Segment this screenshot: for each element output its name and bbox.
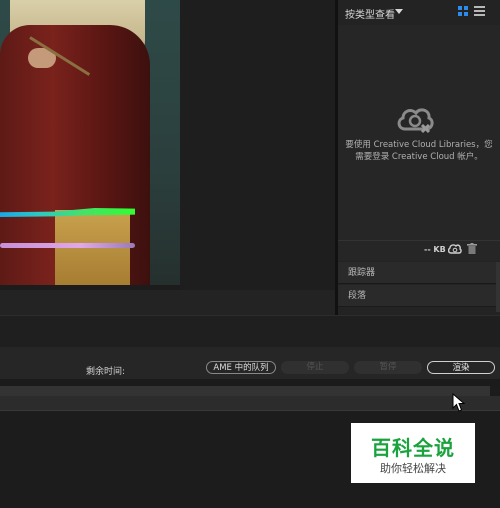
queue-in-ame-button[interactable]: AME 中的队列 [206, 361, 276, 374]
view-by-type-dropdown[interactable]: 按类型查看 [345, 6, 395, 21]
library-size-label: -- KB [424, 245, 446, 254]
mouse-cursor-icon [452, 393, 466, 412]
render-panel-header [0, 315, 500, 348]
watermark-subtitle: 助你轻松解决 [380, 462, 446, 475]
video-preview [0, 0, 180, 285]
creative-cloud-offline-icon [397, 108, 434, 134]
time-remaining-label: 剩余时间: [86, 367, 126, 377]
watermark-title: 百科全说 [371, 436, 455, 460]
libraries-login-message: 要使用 Creative Cloud Libraries，您 需要登录 Crea… [340, 139, 498, 163]
right-panel-scrollbar[interactable] [496, 262, 500, 312]
render-list-row [0, 396, 500, 411]
trash-icon[interactable] [467, 243, 477, 254]
libraries-message-line2: 需要登录 Creative Cloud 帐户。 [355, 152, 483, 162]
panel-tracker[interactable]: 跟踪器 [338, 262, 496, 284]
monitor-control-strip [0, 290, 335, 315]
render-progress-bar [0, 386, 490, 396]
stop-button[interactable]: 停止 [281, 361, 349, 374]
brush-stroke-pink [0, 243, 135, 248]
list-view-icon[interactable] [474, 6, 485, 16]
creative-cloud-sync-icon[interactable] [448, 243, 462, 255]
pause-button[interactable]: 暂停 [354, 361, 422, 374]
grid-view-icon[interactable] [458, 6, 468, 16]
separator [0, 379, 500, 386]
program-monitor-background [180, 0, 335, 290]
libraries-message-line1: 要使用 Creative Cloud Libraries，您 [345, 140, 493, 150]
chevron-down-icon[interactable] [395, 9, 403, 14]
panel-paragraph[interactable]: 段落 [338, 285, 496, 307]
render-button[interactable]: 渲染 [427, 361, 495, 374]
